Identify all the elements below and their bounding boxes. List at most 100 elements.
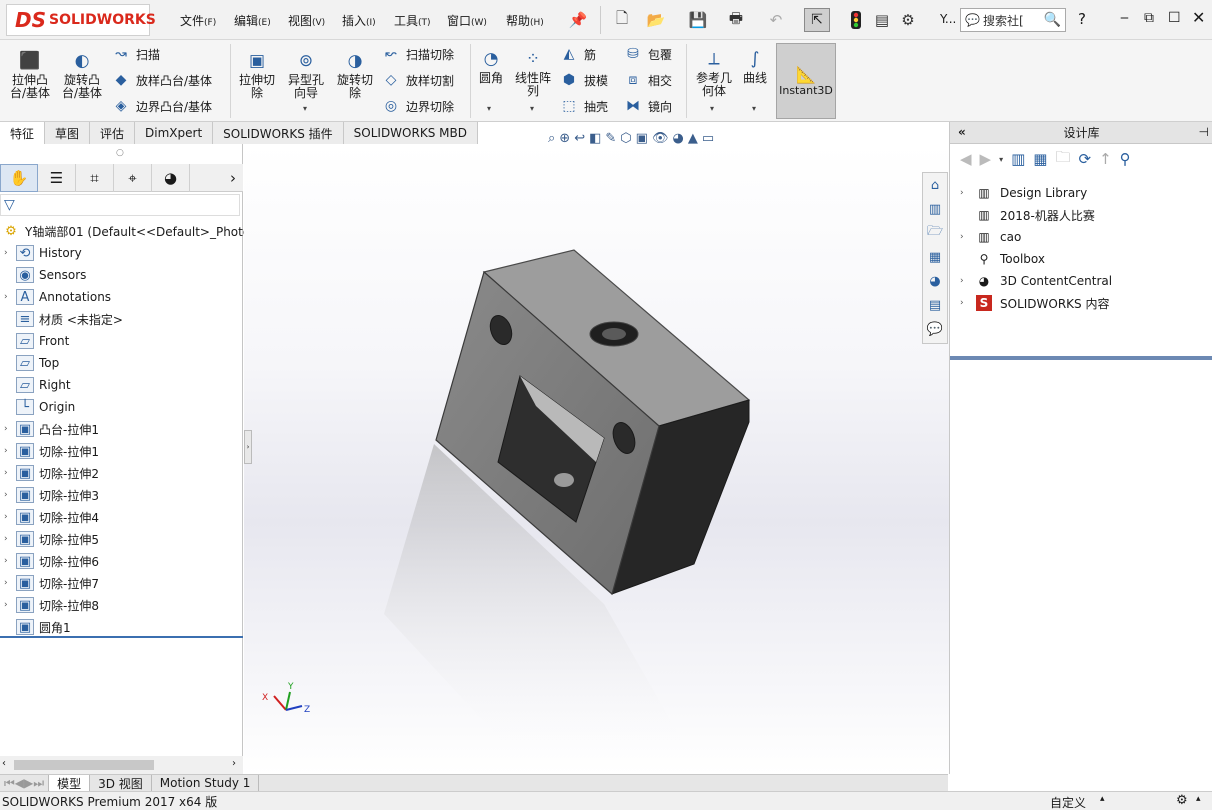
expand-arrow-icon[interactable]: › — [960, 276, 976, 286]
up-one-level-icon[interactable]: ↑ — [1099, 150, 1112, 168]
lofted-cut-button[interactable]: ◇ 放样切割 — [382, 68, 454, 92]
revolve-boss-button[interactable]: ◐ 旋转凸 台/基体 — [58, 50, 106, 100]
expand-arrow-icon[interactable]: › — [4, 292, 16, 302]
tree-item[interactable]: ▱ Right — [4, 374, 71, 396]
feature-tree-tab-icon[interactable]: ✋ — [0, 164, 38, 192]
tab-sketch[interactable]: 草图 — [45, 122, 91, 144]
tree-scrollbar[interactable]: ‹ › — [0, 756, 243, 774]
pane-splitter[interactable] — [950, 356, 1212, 360]
rebuild-status-icon[interactable]: ⚙ — [1176, 793, 1188, 808]
refresh-icon[interactable]: ⟳ — [1079, 150, 1092, 168]
forum-tab-icon[interactable]: 💬 — [927, 317, 943, 341]
tree-item[interactable]: › ▣ 切除-拉伸2 — [4, 462, 99, 484]
graphics-viewport[interactable]: X Y Z › — [244, 144, 949, 774]
tree-item[interactable]: › ▣ 切除-拉伸1 — [4, 440, 99, 462]
tab-mbd[interactable]: SOLIDWORKS MBD — [343, 122, 478, 144]
add-to-library-icon[interactable]: ▥ — [1011, 150, 1025, 168]
tabs-scroll-right-icon[interactable]: › — [190, 164, 240, 192]
tab-model[interactable]: 模型 — [49, 774, 91, 792]
toolbox-icon[interactable]: ⚲ — [1120, 150, 1131, 168]
tab-features[interactable]: 特征 — [0, 122, 46, 144]
forward-icon[interactable]: ▶ — [980, 150, 992, 168]
expand-arrow-icon[interactable]: › — [4, 468, 16, 478]
boundary-boss-button[interactable]: ◈ 边界凸台/基体 — [112, 94, 212, 118]
save-icon[interactable]: 💾 — [688, 10, 708, 30]
status-units[interactable]: 自定义 — [1050, 794, 1086, 811]
tab-motion-study-1[interactable]: Motion Study 1 — [152, 774, 260, 792]
tree-item[interactable]: └ Origin — [4, 396, 75, 418]
expand-arrow-icon[interactable]: › — [4, 600, 16, 610]
tree-item[interactable]: ▣ 圆角1 — [4, 616, 71, 638]
history-dropdown-icon[interactable]: ▾ — [999, 155, 1003, 164]
sweep-button[interactable]: ↝ 扫描 — [112, 42, 160, 66]
expand-arrow-icon[interactable]: › — [4, 424, 16, 434]
expand-arrow-icon[interactable]: › — [4, 446, 16, 456]
tree-item[interactable]: ▱ Top — [4, 352, 59, 374]
expand-arrow-icon[interactable]: › — [4, 534, 16, 544]
maximize-icon[interactable]: ☐ — [1168, 10, 1181, 26]
tree-root-part[interactable]: ⚙ Y轴端部01 (Default<<Default>_Photo — [2, 220, 250, 242]
expand-arrow-icon[interactable]: › — [4, 248, 16, 258]
expand-arrow-icon[interactable]: › — [4, 556, 16, 566]
expand-arrow-icon[interactable]: › — [960, 232, 976, 242]
rollback-bar[interactable] — [0, 636, 243, 638]
resources-home-icon[interactable]: ⌂ — [931, 173, 939, 197]
display-manager-tab-icon[interactable]: ◕ — [152, 164, 190, 192]
units-dropdown-icon[interactable]: ▴ — [1100, 794, 1105, 804]
tab-3d-views[interactable]: 3D 视图 — [90, 774, 152, 792]
tab-scroll-arrows-icon[interactable]: ⏮◀▶⏭ — [0, 774, 50, 792]
minimize-icon[interactable]: ‒ — [1120, 10, 1129, 26]
boundary-cut-button[interactable]: ◎ 边界切除 — [382, 94, 454, 118]
curves-button[interactable]: ∫ 曲线 — [738, 48, 772, 85]
user-menu[interactable]: Y... — [940, 12, 956, 26]
tree-item[interactable]: › ⟲ History — [4, 242, 82, 264]
collapse-pane-icon[interactable]: « — [958, 125, 966, 139]
scroll-thumb[interactable] — [14, 760, 154, 770]
add-file-location-icon[interactable]: ▦ — [1033, 150, 1047, 168]
menu-view[interactable]: 视图(V) — [288, 12, 325, 29]
curves-dropdown-icon[interactable]: ▾ — [752, 104, 756, 113]
reference-geometry-button[interactable]: ⟂ 参考几 何体 — [692, 48, 736, 98]
menu-edit[interactable]: 编辑(E) — [234, 12, 271, 29]
fillet-dropdown-icon[interactable]: ▾ — [487, 104, 491, 113]
part-3d-model[interactable]: X Y Z — [244, 144, 949, 774]
file-properties-icon[interactable]: ▤ — [872, 10, 892, 30]
expand-arrow-icon[interactable]: › — [4, 512, 16, 522]
tree-filter[interactable]: ▽ — [0, 194, 240, 216]
tree-item[interactable]: ◉ Sensors — [4, 264, 86, 286]
help-button[interactable]: ? — [1078, 10, 1086, 28]
dimxpert-manager-tab-icon[interactable]: ⌖ — [114, 164, 152, 192]
expand-arrow-icon[interactable]: › — [960, 298, 976, 308]
expand-arrow-icon[interactable]: › — [960, 188, 976, 198]
library-item[interactable]: › ▥ cao — [960, 226, 1021, 248]
tree-item[interactable]: › ▣ 凸台-拉伸1 — [4, 418, 99, 440]
status-menu-icon[interactable]: ▴ — [1196, 794, 1201, 804]
library-item[interactable]: ⚲ Toolbox — [960, 248, 1045, 270]
file-explorer-tab-icon[interactable]: 🗁 — [927, 221, 943, 245]
tab-addins[interactable]: SOLIDWORKS 插件 — [213, 122, 344, 144]
panel-collapse-handle[interactable]: › — [244, 430, 252, 464]
undo-icon[interactable]: ↶ — [766, 10, 786, 30]
create-new-folder-icon[interactable]: 🗀 — [1055, 147, 1070, 172]
swept-cut-button[interactable]: ↜ 扫描切除 — [382, 42, 454, 66]
property-manager-tab-icon[interactable]: ☰ — [38, 164, 76, 192]
shell-button[interactable]: ⬚ 抽壳 — [560, 94, 608, 118]
tree-item[interactable]: › ▣ 切除-拉伸3 — [4, 484, 99, 506]
intersect-button[interactable]: ⧈ 相交 — [624, 68, 672, 92]
menu-file[interactable]: 文件(F) — [180, 12, 216, 29]
tree-item[interactable]: › A Annotations — [4, 286, 111, 308]
extrude-cut-button[interactable]: ▣ 拉伸切 除 — [234, 50, 280, 100]
library-item[interactable]: ▥ 2018-机器人比赛 — [960, 204, 1095, 226]
loft-boss-button[interactable]: ◆ 放样凸台/基体 — [112, 68, 212, 92]
expand-arrow-icon[interactable]: › — [4, 490, 16, 500]
back-icon[interactable]: ◀ — [960, 150, 972, 168]
options-gear-icon[interactable]: ⚙ — [898, 10, 918, 30]
library-item[interactable]: › ▥ Design Library — [960, 182, 1087, 204]
library-item[interactable]: › S SOLIDWORKS 内容 — [960, 292, 1109, 314]
library-item[interactable]: › ◕ 3D ContentCentral — [960, 270, 1112, 292]
pattern-dropdown-icon[interactable]: ▾ — [530, 104, 534, 113]
menu-tools[interactable]: 工具(T) — [394, 12, 431, 29]
menu-insert[interactable]: 插入(I) — [342, 12, 376, 29]
scroll-right-icon[interactable]: › — [232, 758, 236, 769]
hole-wizard-button[interactable]: ⊚ 异型孔 向导 — [283, 50, 329, 100]
